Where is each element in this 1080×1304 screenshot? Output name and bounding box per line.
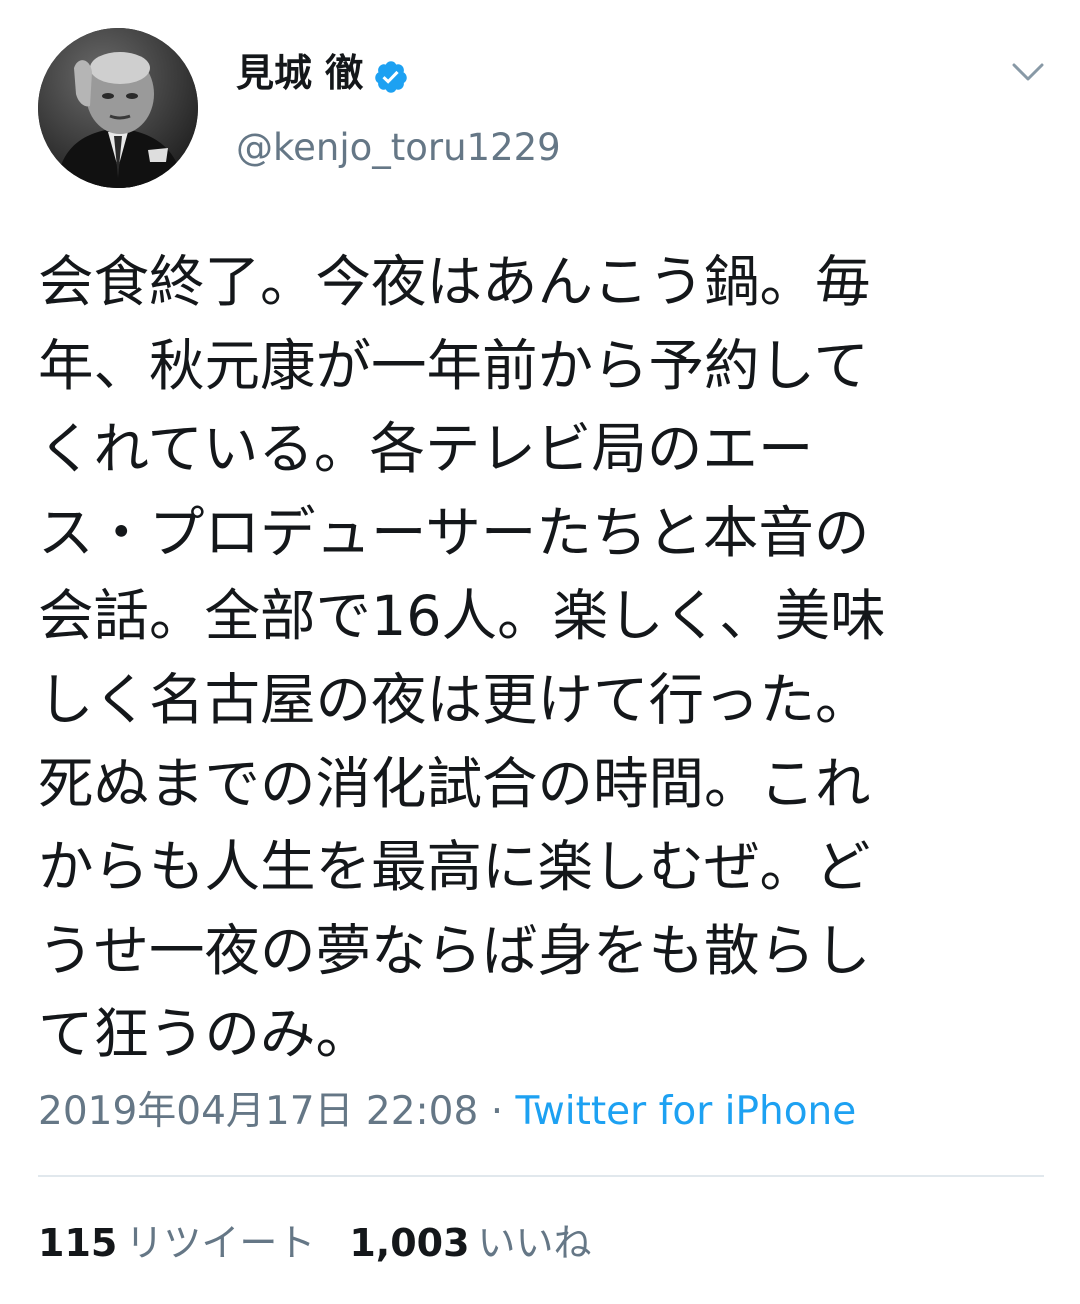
profile-photo-icon	[38, 28, 198, 188]
likes-count: 1,003	[349, 1221, 470, 1265]
tweet-text-line: 会食終了。今夜はあんこう鍋。毎	[38, 250, 871, 315]
author-handle[interactable]: @kenjo_toru1229	[236, 124, 561, 172]
meta-separator: ·	[478, 1089, 516, 1134]
chevron-down-icon[interactable]	[1006, 54, 1050, 90]
retweets-label: リツイート	[125, 1221, 316, 1265]
tweet-source-link[interactable]: Twitter for iPhone	[516, 1089, 857, 1134]
tweet-text-line: 会話。全部で16人。楽しく、美味	[38, 584, 886, 650]
tweet-text-line: くれている。各テレビ局のエー	[38, 417, 814, 483]
divider	[38, 1175, 1044, 1177]
tweet-text-line: 年、秋元康が一年前から予約して	[38, 333, 869, 399]
tweet-text-line: からも人生を最高に楽しむぜ。ど	[38, 835, 871, 901]
likes-stat[interactable]: 1,003 いいね	[349, 1221, 591, 1265]
likes-label: いいね	[477, 1221, 592, 1265]
tweet-timestamp[interactable]: 2019年04月17日 22:08	[38, 1089, 478, 1134]
tweet-text-line: うせ一夜の夢ならば身をも散らし	[38, 918, 871, 984]
author-display-name[interactable]: 見城 徹	[236, 46, 363, 100]
retweets-stat[interactable]: 115 リツイート	[38, 1221, 315, 1265]
retweets-count: 115	[38, 1221, 118, 1265]
tweet-meta: 2019年04月17日 22:08 · Twitter for iPhone	[38, 1084, 856, 1140]
avatar[interactable]	[38, 28, 198, 188]
tweet-text-line: しく名古屋の夜は更けて行った。	[38, 667, 871, 733]
tweet-text-line: ス・プロデューサーたちと本音の	[38, 500, 870, 566]
author-name[interactable]: 見城 徹	[236, 46, 409, 100]
tweet-text-line: 死ぬまでの消化試合の時間。これ	[38, 751, 871, 817]
verified-badge-icon	[373, 55, 409, 93]
tweet-text: 会食終了。今夜はあんこう鍋。毎 年、秋元康が一年前から予約して くれている。各テ…	[38, 241, 1038, 1077]
tweet-stats: 115 リツイート 1,003 いいね	[38, 1215, 592, 1271]
tweet-text-line: て狂うのみ。	[38, 1002, 372, 1068]
